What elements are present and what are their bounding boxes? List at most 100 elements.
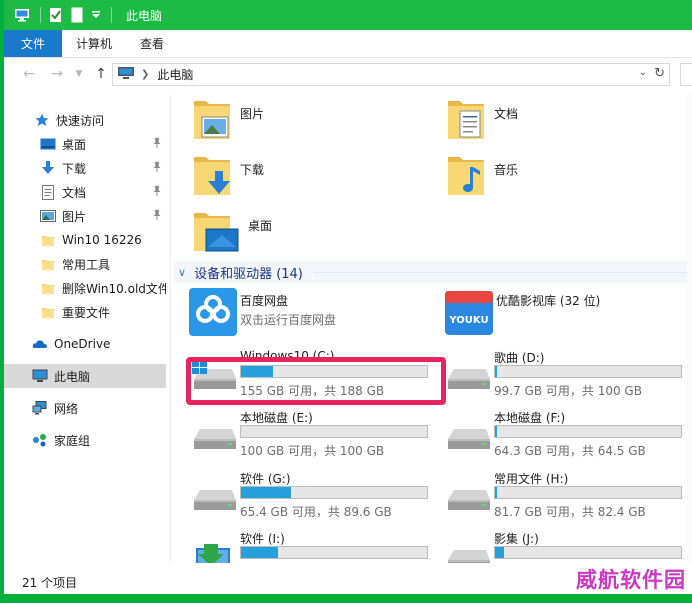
drive-name: 软件 (I:) (240, 532, 285, 546)
forward-arrow-icon[interactable]: → (46, 63, 68, 85)
drive-tile[interactable]: 软件 (G:) 65.4 GB 可用，共 89.6 GB (188, 470, 438, 528)
hard-drive-icon (444, 540, 494, 563)
group-title: 设备和驱动器 (14) (194, 266, 303, 282)
sidebar-item-label: Win10 16226 (62, 233, 142, 247)
drive-tile[interactable]: 本地磁盘 (E:) 100 GB 可用，共 100 GB (188, 409, 438, 467)
folder-icon (40, 232, 56, 248)
pane-splitter[interactable] (170, 95, 171, 563)
drive-usage-bar (494, 486, 682, 499)
folder-label: 桌面 (248, 219, 273, 233)
sidebar-item-desktop[interactable]: 桌面 (4, 132, 166, 156)
homegroup-icon (32, 432, 48, 448)
back-arrow-icon[interactable]: ← (18, 63, 40, 85)
drive-usage-fill (495, 366, 497, 377)
pictures-folder-icon (194, 101, 230, 139)
hard-drive-icon (190, 480, 240, 516)
sidebar-item-pictures[interactable]: 图片 (4, 204, 166, 228)
pin-icon[interactable] (152, 209, 162, 224)
sidebar-item-homegroup[interactable]: 家庭组 (4, 428, 166, 452)
address-bar[interactable]: ❯ 此电脑 ⌄ ↻ (112, 63, 670, 86)
app-baidu-netdisk[interactable]: 百度网盘 双击运行百度网盘 (188, 287, 438, 337)
sidebar-item-quick-access[interactable]: 快速访问 (4, 108, 166, 132)
tab-file[interactable]: 文件 (4, 30, 63, 57)
sidebar-item-label: OneDrive (54, 337, 111, 351)
drive-tile[interactable]: 软件 (I:)84.5 GB 可用，共 105 GB (188, 530, 438, 563)
music-folder-icon (448, 157, 484, 195)
tab-computer[interactable]: 计算机 (62, 30, 126, 57)
sidebar-item-network[interactable]: 网络 (4, 396, 166, 420)
recent-locations-chevron-icon[interactable]: ▼ (68, 63, 90, 85)
drive-name: 歌曲 (D:) (494, 351, 545, 365)
tab-view[interactable]: 查看 (126, 30, 178, 57)
pin-icon[interactable] (152, 137, 162, 152)
drive-usage-fill (495, 547, 505, 558)
sidebar-item-important-files[interactable]: 重要文件 (4, 300, 166, 324)
youku-icon: YOUKU (445, 291, 493, 335)
up-arrow-icon[interactable]: ↑ (90, 63, 112, 85)
app-description: 双击运行百度网盘 (240, 313, 337, 327)
folder-downloads[interactable]: 下载 (192, 151, 264, 201)
vertical-scrollbar[interactable] (687, 95, 692, 563)
file-explorer-window: 此电脑 文件 计算机 查看 ← → ▼ ↑ ❯ 此电脑 ⌄ ↻ 快速访问 桌面 … (3, 0, 692, 603)
item-count: 21 个项目 (22, 575, 78, 590)
refresh-icon[interactable]: ↻ (654, 66, 665, 81)
folder-documents[interactable]: 文档 (446, 95, 518, 145)
folder-music[interactable]: 音乐 (446, 151, 518, 201)
sidebar-item-win10-16226[interactable]: Win10 16226 (4, 228, 166, 252)
customize-quick-access-icon[interactable] (91, 10, 101, 20)
folder-icon (40, 256, 56, 272)
folder-label: 下载 (240, 163, 265, 177)
sidebar-item-label: 图片 (62, 209, 87, 224)
folder-desktop[interactable]: 桌面 (192, 207, 272, 257)
drive-free-space: 65.4 GB 可用，共 89.6 GB (240, 505, 392, 519)
drive-usage-bar (494, 365, 682, 378)
drive-name: 常用文件 (H:) (494, 472, 569, 486)
title-separator (40, 7, 41, 23)
sidebar-item-label: 此电脑 (54, 369, 91, 384)
drive-tile[interactable]: 歌曲 (D:) 99.7 GB 可用，共 100 GB (442, 349, 692, 407)
properties-icon[interactable] (49, 7, 63, 23)
svg-text:YOUKU: YOUKU (448, 315, 488, 326)
sidebar-item-onedrive[interactable]: OneDrive (4, 332, 166, 356)
search-input[interactable] (680, 63, 692, 86)
breadcrumb-this-pc[interactable]: 此电脑 (157, 66, 193, 83)
drive-tile[interactable]: 影集 (J:)143 GB 可用，共 150 GB (442, 530, 692, 563)
sidebar-item-label: 网络 (54, 401, 79, 416)
breadcrumb-chevron-icon[interactable]: ❯ (141, 69, 149, 80)
drive-tile[interactable]: 本地磁盘 (F:) 64.3 GB 可用，共 64.5 GB (442, 409, 692, 467)
pin-icon[interactable] (152, 185, 162, 200)
devices-group-header[interactable]: ∨ 设备和驱动器 (14) (174, 261, 692, 283)
sidebar-item-downloads[interactable]: 下载 (4, 156, 166, 180)
title-bar: 此电脑 (4, 0, 692, 30)
sidebar-item-common-tools[interactable]: 常用工具 (4, 252, 166, 276)
new-folder-icon[interactable] (71, 7, 83, 23)
content-pane: 图片 文档 下载 音乐 桌面 ∨ 设备和驱动器 (14) 百度网盘 双击运行百度… (174, 91, 692, 563)
sidebar-item-label: 桌面 (62, 137, 87, 152)
sidebar-item-delete-win10-old[interactable]: 删除Win10.old文件 (4, 276, 166, 300)
downloads-folder-icon (194, 157, 230, 195)
drive-tile[interactable]: 常用文件 (H:) 81.7 GB 可用，共 82.4 GB (442, 470, 692, 528)
sidebar-item-label: 文档 (62, 185, 87, 200)
drive-name: 软件 (G:) (240, 472, 291, 486)
drive-usage-fill (241, 487, 292, 498)
app-youku[interactable]: YOUKU 优酷影视库 (32 位) (444, 287, 692, 337)
address-dropdown-icon[interactable]: ⌄ (639, 67, 647, 78)
drive-usage-bar (240, 486, 428, 499)
drive-free-space: 99.7 GB 可用，共 100 GB (494, 384, 642, 398)
folder-label: 文档 (494, 107, 519, 121)
sidebar-item-this-pc[interactable]: 此电脑 (4, 364, 166, 388)
sidebar-item-label: 常用工具 (62, 257, 111, 272)
computer-icon[interactable] (14, 8, 30, 22)
collapse-chevron-icon[interactable]: ∨ (178, 266, 186, 279)
sidebar-item-documents[interactable]: 文档 (4, 180, 166, 204)
folder-pictures[interactable]: 图片 (192, 95, 264, 145)
desktop-folder-icon (194, 213, 239, 252)
hard-drive-icon (444, 480, 494, 516)
folder-icon (40, 304, 56, 320)
star-icon (34, 112, 50, 128)
computer-icon (32, 368, 48, 384)
ribbon-tabs: 文件 计算机 查看 (4, 30, 692, 58)
pin-icon[interactable] (152, 161, 162, 176)
drive-name: 本地磁盘 (E:) (240, 411, 313, 425)
documents-folder-icon (448, 101, 484, 139)
